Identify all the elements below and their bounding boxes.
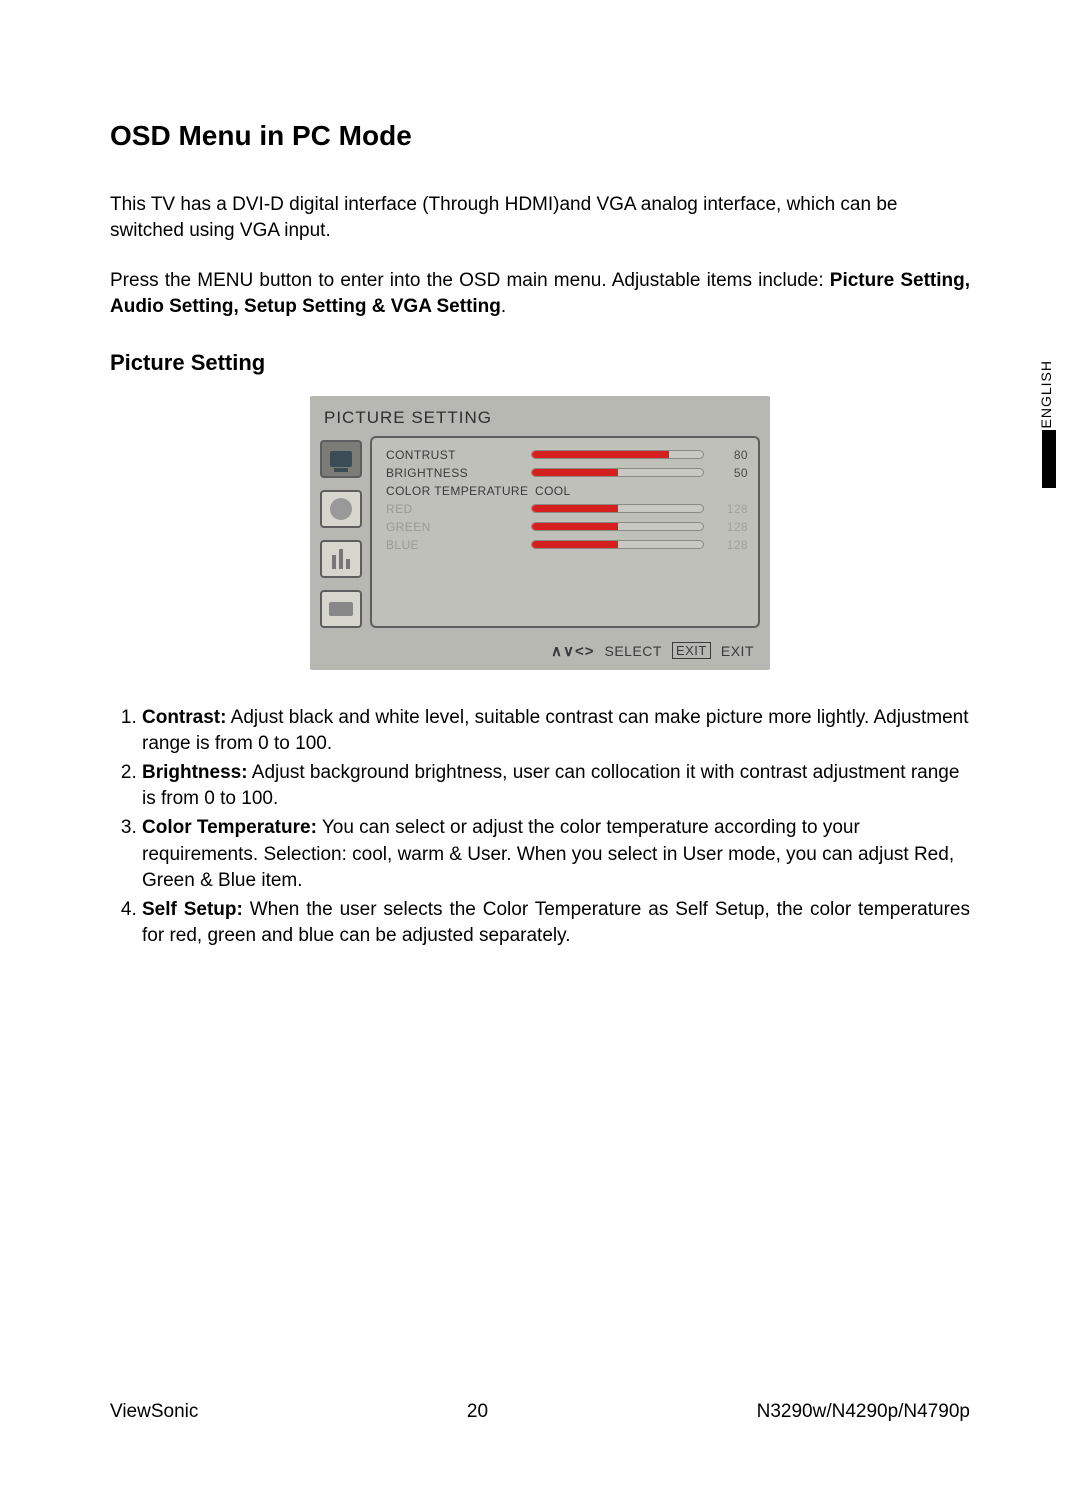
slider-fill	[532, 505, 618, 512]
osd-row-label: RED	[386, 502, 531, 516]
osd-row-value: 50	[714, 466, 748, 480]
slider-fill	[532, 469, 618, 476]
osd-row-contrast[interactable]: CONTRUST 80	[386, 446, 748, 464]
language-side-bar	[1042, 430, 1056, 488]
slider-track	[531, 504, 704, 513]
osd-row-blue: BLUE 128	[386, 536, 748, 554]
list-item-term: Color Temperature:	[142, 817, 317, 838]
section-subheading: Picture Setting	[110, 350, 970, 376]
list-item-text: Adjust black and white level, suitable c…	[142, 707, 969, 755]
osd-row-label: BLUE	[386, 538, 531, 552]
list-item: Contrast: Adjust black and white level, …	[142, 705, 970, 758]
list-item-term: Brightness:	[142, 762, 248, 783]
osd-footer-exit: EXIT	[721, 643, 754, 659]
osd-title: PICTURE SETTING	[310, 404, 770, 436]
page-title: OSD Menu in PC Mode	[110, 120, 970, 152]
footer-page-number: 20	[467, 1401, 488, 1423]
slider-fill	[532, 451, 669, 458]
list-item-term: Self Setup:	[142, 899, 243, 920]
intro2-suffix: .	[501, 296, 506, 317]
picture-tab-icon[interactable]	[320, 440, 362, 478]
slider-track[interactable]	[531, 468, 704, 477]
slider-fill	[532, 541, 618, 548]
osd-icon-column	[320, 436, 362, 628]
osd-settings-panel: CONTRUST 80 BRIGHTNESS 50 COLOR TEMPERAT…	[370, 436, 760, 628]
nav-arrows-icon: ∧∨<>	[551, 642, 594, 660]
osd-row-green: GREEN 128	[386, 518, 748, 536]
setup-tab-icon[interactable]	[320, 540, 362, 578]
description-list: Contrast: Adjust black and white level, …	[110, 705, 970, 950]
language-side-label: ENGLISH	[1038, 360, 1054, 428]
osd-row-label: BRIGHTNESS	[386, 466, 531, 480]
list-item-text: Adjust background brightness, user can c…	[142, 762, 959, 810]
list-item: Brightness: Adjust background brightness…	[142, 760, 970, 813]
osd-footer: ∧∨<> SELECT EXIT EXIT	[310, 636, 770, 670]
osd-row-color-temperature[interactable]: COLOR TEMPERATURE COOL	[386, 482, 748, 500]
list-item: Self Setup: When the user selects the Co…	[142, 897, 970, 950]
slider-track	[531, 522, 704, 531]
osd-row-red: RED 128	[386, 500, 748, 518]
vga-tab-icon[interactable]	[320, 590, 362, 628]
osd-row-value: 80	[714, 448, 748, 462]
intro2-prefix: Press the MENU button to enter into the …	[110, 270, 830, 291]
osd-footer-select: SELECT	[605, 643, 662, 659]
osd-row-label: COLOR TEMPERATURE	[386, 484, 531, 498]
slider-fill	[532, 523, 618, 530]
osd-row-brightness[interactable]: BRIGHTNESS 50	[386, 464, 748, 482]
audio-tab-icon[interactable]	[320, 490, 362, 528]
list-item-term: Contrast:	[142, 707, 226, 728]
osd-row-label: GREEN	[386, 520, 531, 534]
osd-row-label: CONTRUST	[386, 448, 531, 462]
footer-model: N3290w/N4290p/N4790p	[757, 1401, 970, 1423]
intro-paragraph-2: Press the MENU button to enter into the …	[110, 268, 970, 319]
list-item: Color Temperature: You can select or adj…	[142, 815, 970, 895]
osd-row-text-value: COOL	[531, 484, 581, 498]
osd-panel: PICTURE SETTING CONTRUST 80 BRIGHTNESS	[310, 396, 770, 670]
intro-paragraph-1: This TV has a DVI-D digital interface (T…	[110, 192, 970, 243]
slider-track	[531, 540, 704, 549]
page-footer: ViewSonic 20 N3290w/N4290p/N4790p	[110, 1401, 970, 1423]
osd-row-value: 128	[714, 520, 748, 534]
list-item-text: When the user selects the Color Temperat…	[142, 899, 970, 947]
osd-row-value: 128	[714, 538, 748, 552]
slider-track[interactable]	[531, 450, 704, 459]
footer-brand: ViewSonic	[110, 1401, 198, 1423]
exit-button-icon: EXIT	[672, 642, 711, 659]
osd-row-value: 128	[714, 502, 748, 516]
